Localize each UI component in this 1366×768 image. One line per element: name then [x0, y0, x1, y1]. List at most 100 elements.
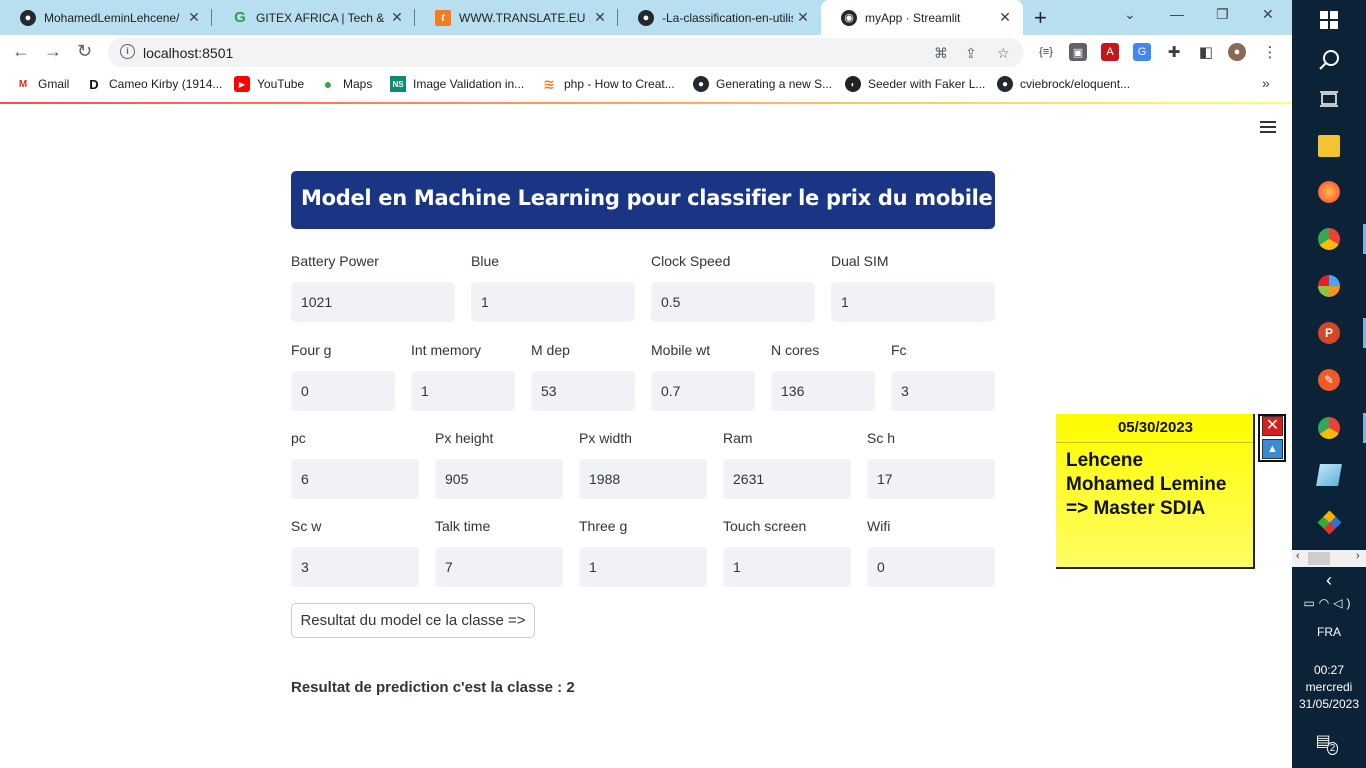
- close-tab-icon[interactable]: ✕: [184, 9, 204, 26]
- screenshot-extension-icon[interactable]: ▣: [1069, 43, 1087, 61]
- bookmark-youtube[interactable]: ▶ YouTube: [234, 76, 304, 92]
- task-view-icon[interactable]: [1292, 79, 1366, 119]
- restore-icon[interactable]: ❐: [1216, 6, 1229, 23]
- sc-h-input[interactable]: 17: [867, 459, 995, 499]
- battery-power-input[interactable]: 1021: [291, 282, 455, 322]
- browser-tab[interactable]: t WWW.TRANSLATE.EU : On ✕: [415, 0, 618, 35]
- clock-speed-input[interactable]: 0.5: [651, 282, 815, 322]
- tab-title: -La-classification-en-utilis: [662, 10, 793, 25]
- chrome-icon[interactable]: [1292, 219, 1366, 259]
- language-indicator[interactable]: FRA: [1292, 625, 1366, 639]
- translate-page-icon[interactable]: ⌘: [934, 45, 948, 62]
- field-label: Px width: [579, 430, 632, 446]
- firefox-icon[interactable]: [1292, 172, 1366, 212]
- side-panel-icon[interactable]: ◧: [1197, 43, 1215, 61]
- bookmark-cviebrock[interactable]: ● cviebrock/eloquent...: [997, 76, 1130, 92]
- show-hidden-icons-icon[interactable]: ‹: [1292, 570, 1366, 591]
- extensions-puzzle-icon[interactable]: ✚: [1165, 43, 1183, 61]
- bookmark-star-icon[interactable]: ☆: [997, 45, 1010, 62]
- reload-icon[interactable]: ↻: [77, 41, 92, 62]
- predict-button[interactable]: Resultat du model ce la classe =>: [291, 603, 535, 638]
- back-icon[interactable]: ←: [12, 41, 30, 62]
- new-tab-icon[interactable]: +: [1034, 5, 1047, 31]
- four-g-input[interactable]: 0: [291, 371, 395, 411]
- youtube-icon: ▶: [234, 76, 250, 92]
- browser-tab-active[interactable]: ◉ myApp · Streamlit ✕: [821, 0, 1023, 35]
- scroll-thumb[interactable]: [1308, 552, 1330, 565]
- scroll-left-icon[interactable]: ‹: [1296, 550, 1300, 562]
- bookmark-image-validation[interactable]: NS Image Validation in...: [390, 76, 524, 92]
- pc-input[interactable]: 6: [291, 459, 419, 499]
- sc-w-input[interactable]: 3: [291, 547, 419, 587]
- file-explorer-icon[interactable]: [1292, 126, 1366, 166]
- app-glass-icon[interactable]: [1292, 455, 1366, 495]
- bookmark-cameo[interactable]: D Cameo Kirby (1914...: [86, 76, 222, 92]
- pen-tool-icon[interactable]: ✎: [1292, 360, 1366, 400]
- px-height-input[interactable]: 905: [435, 459, 563, 499]
- search-icon[interactable]: [1292, 40, 1366, 80]
- tab-search-icon[interactable]: ⌄: [1124, 6, 1136, 23]
- close-tab-icon[interactable]: ✕: [387, 9, 407, 26]
- profile-avatar-icon[interactable]: ●: [1228, 43, 1246, 61]
- paint-icon[interactable]: [1292, 266, 1366, 306]
- field-touch-screen: Touch screen 1: [723, 518, 851, 587]
- powerpoint-icon[interactable]: P: [1292, 313, 1366, 353]
- tab-title: GITEX AFRICA | Tech & Sta: [256, 10, 387, 25]
- int-memory-input[interactable]: 1: [411, 371, 515, 411]
- px-width-input[interactable]: 1988: [579, 459, 707, 499]
- clock-time[interactable]: 00:27: [1292, 663, 1366, 677]
- clock-date[interactable]: 31/05/2023: [1292, 697, 1366, 711]
- google-translate-extension-icon[interactable]: G: [1133, 43, 1151, 61]
- blue-input[interactable]: 1: [471, 282, 635, 322]
- close-tab-icon[interactable]: ✕: [995, 9, 1015, 26]
- browser-tab[interactable]: ● MohamedLeminLehcene/ ✕: [0, 0, 212, 35]
- field-label: Int memory: [411, 342, 482, 358]
- more-bookmarks-icon[interactable]: »: [1262, 75, 1270, 91]
- forward-icon[interactable]: →: [44, 41, 62, 62]
- close-tab-icon[interactable]: ✕: [590, 9, 610, 26]
- wifi-input[interactable]: 0: [867, 547, 995, 587]
- m-dep-input[interactable]: 53: [531, 371, 635, 411]
- n-cores-input[interactable]: 136: [771, 371, 875, 411]
- ram-input[interactable]: 2631: [723, 459, 851, 499]
- taskbar-scrollbar[interactable]: ‹ ›: [1292, 550, 1366, 567]
- bookmark-maps[interactable]: ● Maps: [320, 76, 373, 92]
- url-text[interactable]: localhost:8501: [143, 45, 233, 61]
- browser-tab[interactable]: ● -La-classification-en-utilis ✕: [618, 0, 821, 35]
- share-icon[interactable]: ⇪: [965, 45, 977, 62]
- sticky-minimize-icon[interactable]: ▲: [1262, 439, 1283, 459]
- browser-tab[interactable]: G GITEX AFRICA | Tech & Sta ✕: [212, 0, 415, 35]
- sticky-note[interactable]: 05/30/2023 Lehcene Mohamed Lemine => Mas…: [1056, 414, 1255, 569]
- bookmark-gmail[interactable]: M Gmail: [15, 76, 70, 92]
- field-blue: Blue 1: [471, 253, 635, 322]
- bookmark-generating[interactable]: ● Generating a new S...: [693, 76, 832, 92]
- fc-input[interactable]: 3: [891, 371, 995, 411]
- bookmark-php[interactable]: ≋ php - How to Creat...: [541, 76, 675, 92]
- mobile-wt-input[interactable]: 0.7: [651, 371, 755, 411]
- sticky-close-icon[interactable]: ✕: [1262, 416, 1283, 436]
- system-tray-icons[interactable]: ▭◠◁): [1292, 596, 1366, 610]
- scroll-right-icon[interactable]: ›: [1356, 550, 1360, 562]
- field-px-width: Px width 1988: [579, 430, 707, 499]
- hamburger-menu-icon[interactable]: [1260, 121, 1276, 133]
- close-window-icon[interactable]: ✕: [1262, 6, 1274, 23]
- chrome-profile-icon[interactable]: [1292, 408, 1366, 448]
- windows-start-icon[interactable]: [1292, 0, 1366, 40]
- app-diamond-icon[interactable]: [1292, 502, 1366, 542]
- site-info-icon[interactable]: i: [120, 44, 135, 59]
- menu-kebab-icon[interactable]: ⋮: [1261, 43, 1279, 61]
- address-bar[interactable]: i localhost:8501 ⌘ ⇪ ☆: [108, 38, 1024, 67]
- dual-sim-input[interactable]: 1: [831, 282, 995, 322]
- streamlit-icon: ◉: [841, 9, 857, 26]
- close-tab-icon[interactable]: ✕: [793, 9, 813, 26]
- json-extension-icon[interactable]: {≡}: [1037, 43, 1055, 61]
- minimize-icon[interactable]: —: [1170, 6, 1184, 22]
- talk-time-input[interactable]: 7: [435, 547, 563, 587]
- three-g-input[interactable]: 1: [579, 547, 707, 587]
- bookmark-seeder[interactable]: ◐ Seeder with Faker L...: [845, 76, 985, 92]
- touch-screen-input[interactable]: 1: [723, 547, 851, 587]
- field-clock-speed: Clock Speed 0.5: [651, 253, 815, 322]
- notifications-icon[interactable]: ▤2: [1292, 731, 1366, 755]
- clock-day[interactable]: mercredi: [1292, 680, 1366, 694]
- pdf-extension-icon[interactable]: A: [1101, 43, 1119, 61]
